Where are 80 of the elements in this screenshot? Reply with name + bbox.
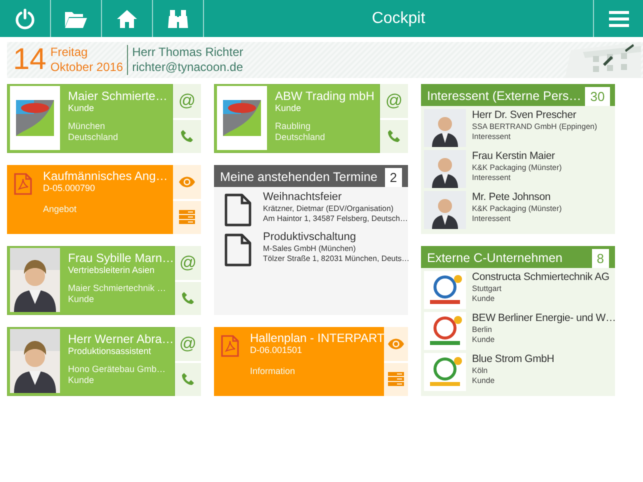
eye-icon bbox=[178, 176, 196, 188]
email-button[interactable]: @ bbox=[174, 327, 201, 360]
count-badge: 8 bbox=[592, 249, 609, 268]
count-badge: 30 bbox=[585, 87, 610, 106]
panel-title: Meine anstehenden Termine bbox=[220, 169, 379, 186]
card-title: ABW Trading mbH bbox=[275, 89, 374, 103]
document-icon bbox=[224, 233, 252, 267]
card-title: Herr Werner Abra… bbox=[68, 332, 174, 346]
user-email: richter@tynacoon.de bbox=[132, 60, 244, 75]
card-detail: München bbox=[68, 121, 106, 132]
card-subtitle: Kunde bbox=[275, 103, 302, 114]
card-subtitle: Kunde bbox=[68, 103, 96, 114]
card-subtitle: D-06.001501 bbox=[250, 345, 304, 356]
email-button[interactable]: @ bbox=[175, 246, 201, 280]
phone-icon bbox=[180, 129, 194, 144]
menu-icon bbox=[608, 10, 628, 26]
card-detail: Raubling bbox=[275, 121, 312, 132]
card-subtitle: D-05.000790 bbox=[43, 183, 96, 194]
phone-button[interactable] bbox=[173, 120, 201, 153]
appointment-title: Weihnachtsfeier bbox=[263, 191, 343, 204]
card-detail: Information bbox=[250, 366, 296, 377]
view-button[interactable] bbox=[173, 165, 201, 198]
pdf-icon bbox=[14, 173, 32, 195]
list-icon bbox=[388, 372, 404, 386]
home-icon bbox=[116, 8, 138, 28]
power-icon bbox=[14, 8, 36, 30]
card-detail: Hono Gerätebau Gmb… bbox=[68, 364, 167, 375]
contact-card[interactable]: ABW Trading mbH Kunde Raubling Deutschland bbox=[214, 84, 380, 153]
item-title: BEW Berliner Energie- und W… bbox=[472, 312, 616, 325]
view-button[interactable] bbox=[384, 327, 408, 360]
page-title: Cockpit bbox=[370, 10, 426, 28]
binoculars-icon bbox=[167, 8, 189, 30]
card-title: Hallenplan - INTERPART bbox=[250, 331, 384, 345]
at-sign-icon: @ bbox=[179, 252, 197, 273]
contact-card[interactable]: Maier Schmierte… Kunde München Deutschland bbox=[7, 84, 173, 153]
at-sign-icon: @ bbox=[385, 90, 403, 111]
day-number: 14 bbox=[13, 45, 46, 75]
item-title: Blue Strom GmbH bbox=[472, 353, 554, 366]
document-card[interactable]: Hallenplan - INTERPART D-06.001501 Information bbox=[214, 327, 384, 396]
card-detail: Angebot bbox=[43, 204, 78, 215]
card-subtitle: Vertriebsleiterin Asien bbox=[68, 265, 156, 276]
card-detail: Maier Schmiertechnik … bbox=[68, 283, 168, 294]
document-card[interactable]: Kaufmännisches Ang… D-05.000790 Angebot bbox=[7, 165, 173, 234]
appointment-title: Produktivschaltung bbox=[263, 231, 357, 244]
count-badge: 2 bbox=[384, 168, 402, 187]
pdf-icon bbox=[221, 335, 239, 357]
email-button[interactable]: @ bbox=[380, 84, 408, 118]
item-title: Herr Dr. Sven Prescher bbox=[472, 109, 578, 122]
contact-card[interactable]: Herr Werner Abra… Produktionsassistent Hono Gerätebau Gmb… Kunde bbox=[7, 327, 175, 396]
card-title: Kaufmännisches Ang… bbox=[43, 169, 168, 183]
details-button[interactable] bbox=[384, 362, 408, 396]
list-icon bbox=[179, 210, 195, 224]
card-detail: Deutschland bbox=[275, 132, 326, 143]
item-title: Frau Kerstin Maier bbox=[472, 150, 556, 163]
phone-button[interactable] bbox=[380, 120, 408, 153]
month-year: Oktober 2016 bbox=[50, 60, 124, 75]
at-sign-icon: @ bbox=[179, 334, 197, 354]
item-title: Mr. Pete Johnson bbox=[472, 191, 552, 204]
weekday: Freitag bbox=[50, 45, 89, 60]
email-button[interactable]: @ bbox=[173, 84, 201, 118]
panel-title: Interessent (Externe Pers… bbox=[427, 88, 582, 105]
details-button[interactable] bbox=[173, 200, 201, 234]
panel-title: Externe C-Unternehmen bbox=[427, 250, 564, 267]
phone-icon bbox=[387, 129, 401, 144]
card-detail: Kunde bbox=[68, 375, 96, 386]
user-name: Herr Thomas Richter bbox=[132, 45, 244, 60]
phone-button[interactable] bbox=[175, 282, 201, 315]
item-title: Constructa Schmiertechnik AG bbox=[472, 271, 610, 284]
document-icon bbox=[224, 193, 252, 227]
at-sign-icon: @ bbox=[178, 90, 196, 111]
card-subtitle: Produktionsassistent bbox=[68, 346, 152, 357]
card-detail: Kunde bbox=[68, 294, 96, 305]
card-detail: Deutschland bbox=[68, 132, 120, 143]
contact-card[interactable]: Frau Sybille Marn… Vertriebsleiterin Asien Maier Schmiertechnik … Kunde bbox=[7, 246, 176, 315]
card-title: Frau Sybille Marn… bbox=[68, 251, 174, 265]
phone-icon bbox=[180, 372, 195, 386]
eye-icon bbox=[387, 338, 406, 350]
card-title: Maier Schmierte… bbox=[68, 89, 168, 103]
phone-button[interactable] bbox=[174, 362, 201, 396]
phone-icon bbox=[181, 291, 196, 306]
